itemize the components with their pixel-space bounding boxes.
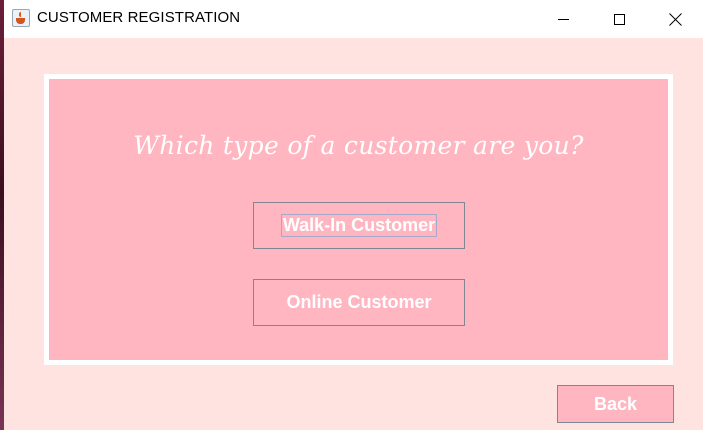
walk-in-customer-button[interactable]: Walk-In Customer bbox=[253, 202, 465, 249]
java-cup-icon bbox=[12, 9, 30, 27]
minimize-icon bbox=[557, 18, 569, 20]
window-content: Which type of a customer are you? Walk-I… bbox=[4, 38, 703, 430]
title-bar[interactable]: CUSTOMER REGISTRATION bbox=[4, 0, 703, 38]
online-customer-button[interactable]: Online Customer bbox=[253, 279, 465, 326]
back-button[interactable]: Back bbox=[557, 385, 674, 423]
close-icon bbox=[669, 13, 682, 26]
window-title: CUSTOMER REGISTRATION bbox=[37, 9, 241, 26]
online-customer-label: Online Customer bbox=[286, 292, 432, 312]
maximize-icon bbox=[613, 13, 625, 25]
question-heading: Which type of a customer are you? bbox=[133, 131, 584, 160]
close-button[interactable] bbox=[652, 0, 698, 38]
walk-in-customer-label: Walk-In Customer bbox=[280, 214, 438, 237]
maximize-button[interactable] bbox=[596, 0, 642, 38]
minimize-button[interactable] bbox=[540, 0, 586, 38]
back-label: Back bbox=[593, 393, 638, 414]
customer-type-panel: Which type of a customer are you? Walk-I… bbox=[44, 74, 673, 365]
